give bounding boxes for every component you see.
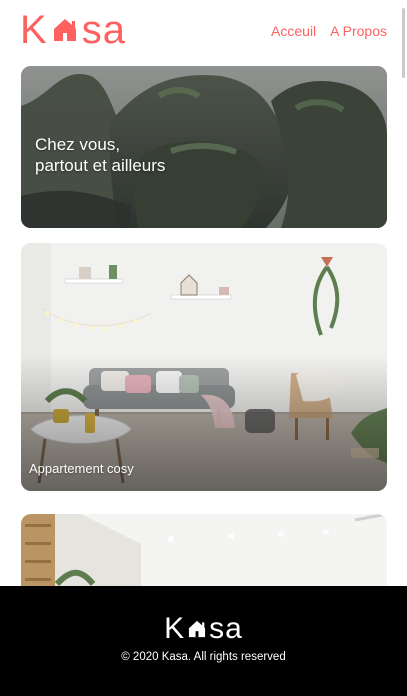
footer-logo-letter-k: K bbox=[164, 612, 186, 645]
footer-logo-letters-sa: sa bbox=[209, 612, 243, 645]
logo-letters-sa: sa bbox=[81, 8, 126, 52]
hero-banner: Chez vous, partout et ailleurs bbox=[21, 66, 387, 228]
header: K sa Acceuil A Propos bbox=[20, 10, 387, 50]
scrollbar-thumb[interactable] bbox=[402, 8, 405, 78]
nav-link-a-propos[interactable]: A Propos bbox=[330, 22, 387, 40]
main-nav: Acceuil A Propos bbox=[271, 20, 387, 40]
nav-link-acceuil[interactable]: Acceuil bbox=[271, 22, 316, 40]
kasa-logo[interactable]: K sa bbox=[20, 10, 126, 50]
footer: K sa © 2020 Kasa. All rights reserved bbox=[0, 586, 407, 696]
house-logo-icon bbox=[189, 620, 206, 638]
page: K sa Acceuil A Propos Chez vous, partout… bbox=[0, 0, 407, 696]
listing-overlay bbox=[21, 243, 387, 491]
listing-card[interactable]: Appartement cosy bbox=[21, 243, 387, 491]
logo-letter-k: K bbox=[20, 8, 48, 52]
listing-title: Appartement cosy bbox=[29, 461, 134, 476]
footer-logo[interactable]: K sa bbox=[164, 614, 243, 644]
copyright-text: © 2020 Kasa. All rights reserved bbox=[121, 651, 286, 663]
banner-title: Chez vous, partout et ailleurs bbox=[35, 135, 166, 175]
house-logo-icon bbox=[53, 19, 76, 41]
